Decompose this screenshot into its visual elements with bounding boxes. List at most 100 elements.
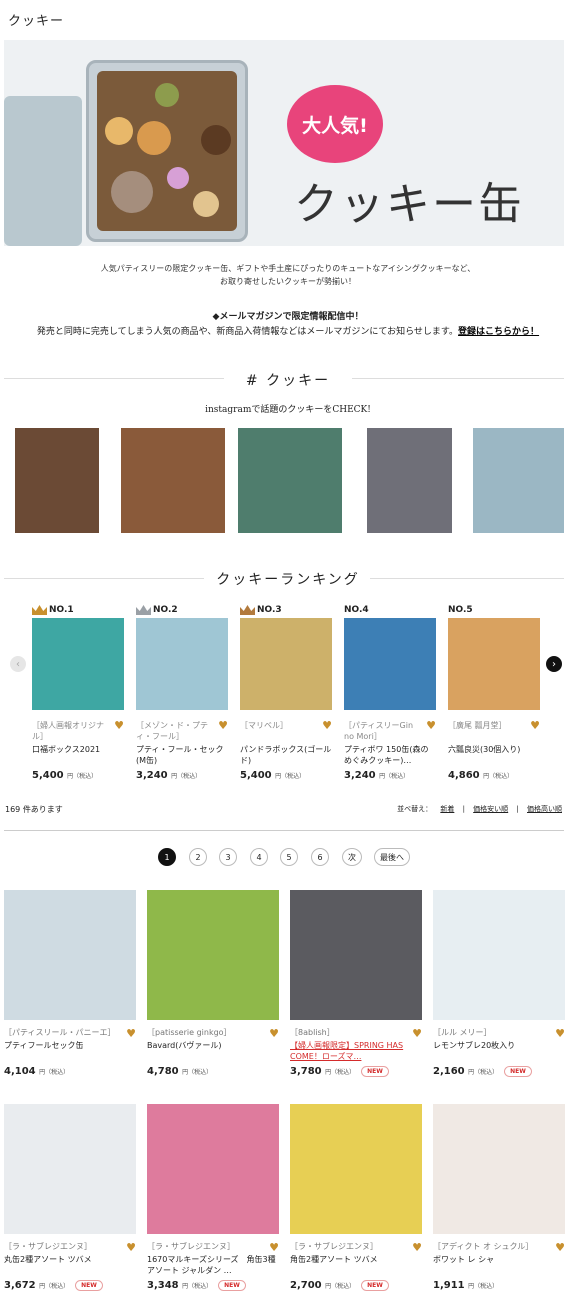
product-name[interactable]: 1670マルキーズシリーズ 角缶3種アソート ジャルダン …	[147, 1254, 279, 1276]
product-name[interactable]: Bavard(バヴァール)	[147, 1040, 279, 1062]
ranking-item[interactable]: NO.2 ［メゾン・ド・プティ・フール］ ♥ プティ・フール・セック(M缶) 3,240…	[136, 602, 228, 781]
hero-banner[interactable]: 大人気! クッキー缶	[4, 40, 564, 246]
product-image[interactable]	[290, 1104, 422, 1234]
page-button-2[interactable]: 2	[189, 848, 207, 866]
ranking-price: 3,240 円（税込）	[344, 770, 436, 781]
page-button-6[interactable]: 6	[311, 848, 329, 866]
page-last-button[interactable]: 最後へ	[374, 848, 410, 866]
rank-number-label: NO.1	[49, 605, 74, 615]
tax-label: 円（税込）	[468, 1069, 499, 1076]
instagram-photo-3[interactable]	[238, 428, 342, 533]
instagram-section-title: # クッキー	[245, 373, 331, 389]
product-name[interactable]: ボワット レ シャ	[433, 1254, 565, 1276]
new-badge: NEW	[75, 1280, 103, 1291]
price-value: 3,240	[344, 770, 376, 781]
ranking-prev-arrow[interactable]: ‹	[10, 656, 26, 672]
ranking-item[interactable]: NO.4 ［パティスリーGin no Mori］ ♥ プティボワ 150缶(森のめぐみ…	[344, 602, 436, 781]
product-name[interactable]: 角缶2種アソート ツバメ	[290, 1254, 422, 1276]
heart-icon[interactable]: ♥	[269, 1027, 279, 1038]
product-brand: ［patisserie ginkgo］ ♥	[147, 1027, 279, 1038]
cookie-tin-lid-image	[4, 96, 82, 246]
heart-icon[interactable]: ♥	[269, 1241, 279, 1252]
ranking-next-arrow[interactable]: ›	[546, 656, 562, 672]
heart-icon[interactable]: ♥	[426, 720, 436, 731]
instagram-photo-4[interactable]	[367, 428, 452, 533]
tax-label: 円（税込）	[39, 1069, 70, 1076]
product-name[interactable]: 丸缶2種アソート ツバメ	[4, 1254, 136, 1276]
instagram-photo-1[interactable]	[15, 428, 99, 533]
ranking-item[interactable]: NO.5 ［廣尾 瓢月堂］ ♥ 六瓢良災(30個入り) 4,860 円（税込）	[448, 602, 540, 781]
heart-icon[interactable]: ♥	[555, 1027, 565, 1038]
product-image[interactable]	[433, 1104, 565, 1234]
price-value: 4,780	[147, 1066, 179, 1077]
instagram-photo-5[interactable]	[473, 428, 564, 533]
intro-line-1: 人気パティスリーの限定クッキー缶、ギフトや手土産にぴったりのキュートなアイシング…	[100, 264, 476, 273]
heart-icon[interactable]: ♥	[114, 720, 124, 731]
product-name[interactable]: プティフールセック缶	[4, 1040, 136, 1062]
tax-label: 円（税込）	[325, 1069, 356, 1076]
product-brand: ［ルル メリー］ ♥	[433, 1027, 565, 1038]
ranking-product-image[interactable]	[448, 618, 540, 710]
product-name[interactable]: レモンサブレ20枚入り	[433, 1040, 565, 1062]
instagram-photo-2[interactable]	[121, 428, 225, 533]
product-image[interactable]	[433, 890, 565, 1020]
product-card[interactable]: ［ルル メリー］ ♥ レモンサブレ20枚入り 2,160 円（税込） NEW	[433, 890, 565, 1077]
sort-price-low-link[interactable]: 価格安い順	[473, 805, 508, 813]
ranking-item[interactable]: NO.1 ［婦人画報オリジナル］ ♥ 口福ボックス2021 5,400 円（税込）	[32, 602, 124, 781]
product-image[interactable]	[147, 1104, 279, 1234]
product-price: 4,780 円（税込）	[147, 1066, 279, 1077]
product-image[interactable]	[4, 1104, 136, 1234]
product-card[interactable]: ［パティスリール・パニーエ］ ♥ プティフールセック缶 4,104 円（税込）	[4, 890, 136, 1077]
product-card[interactable]: ［アディクト オ シュクル］ ♥ ボワット レ シャ 1,911 円（税込）	[433, 1104, 565, 1291]
heart-icon[interactable]: ♥	[555, 1241, 565, 1252]
heart-icon[interactable]: ♥	[530, 720, 540, 731]
page-button-1[interactable]: 1	[158, 848, 176, 866]
ranking-price: 5,400 円（税込）	[240, 770, 332, 781]
product-card[interactable]: ［ラ・サブレジエンヌ］ ♥ 角缶2種アソート ツバメ 2,700 円（税込） NEW	[290, 1104, 422, 1291]
price-value: 5,400	[32, 770, 64, 781]
product-image[interactable]	[4, 890, 136, 1020]
heart-icon[interactable]: ♥	[412, 1241, 422, 1252]
ranking-product-name[interactable]: パンドラボックス(ゴールド)	[240, 744, 332, 766]
rank-number-label: NO.5	[448, 605, 473, 615]
ranking-brand-label: ［廣尾 瓢月堂］	[448, 721, 507, 730]
product-card[interactable]: ［8ablish］ ♥ 【婦人画報限定】SPRING HAS COME！ローズマ… 3…	[290, 890, 422, 1077]
rank-number: NO.2	[136, 602, 228, 618]
ranking-product-image[interactable]	[136, 618, 228, 710]
newsletter-signup-link[interactable]: 登録はこちらから！	[458, 327, 539, 337]
product-brand: ［ラ・サブレジエンヌ］ ♥	[147, 1241, 279, 1252]
product-name[interactable]: 【婦人画報限定】SPRING HAS COME！ローズマ…	[290, 1040, 422, 1062]
ranking-product-image[interactable]	[240, 618, 332, 710]
ranking-product-image[interactable]	[344, 618, 436, 710]
heart-icon[interactable]: ♥	[218, 720, 228, 731]
new-badge: NEW	[218, 1280, 246, 1291]
ranking-product-image[interactable]	[32, 618, 124, 710]
product-card[interactable]: ［ラ・サブレジエンヌ］ ♥ 1670マルキーズシリーズ 角缶3種アソート ジャルダン…	[147, 1104, 279, 1291]
ranking-product-name[interactable]: 口福ボックス2021	[32, 744, 124, 766]
product-card[interactable]: ［patisserie ginkgo］ ♥ Bavard(バヴァール) 4,780 円…	[147, 890, 279, 1077]
hero-heading: クッキー缶	[294, 179, 524, 230]
sort-newest-link[interactable]: 新着	[440, 805, 454, 813]
ranking-product-name[interactable]: プティボワ 150缶(森のめぐみクッキー)…	[344, 744, 436, 766]
heart-icon[interactable]: ♥	[126, 1027, 136, 1038]
hero-popular-badge: 大人気!	[287, 85, 383, 163]
ranking-product-name[interactable]: 六瓢良災(30個入り)	[448, 744, 540, 766]
rank-number-label: NO.2	[153, 605, 178, 615]
heart-icon[interactable]: ♥	[322, 720, 332, 731]
price-value: 3,348	[147, 1280, 179, 1291]
product-image[interactable]	[147, 890, 279, 1020]
product-card[interactable]: ［ラ・サブレジエンヌ］ ♥ 丸缶2種アソート ツバメ 3,672 円（税込） NEW	[4, 1104, 136, 1291]
tax-label: 円（税込）	[483, 773, 514, 780]
page-button-3[interactable]: 3	[219, 848, 237, 866]
heart-icon[interactable]: ♥	[126, 1241, 136, 1252]
sort-price-high-link[interactable]: 価格高い順	[527, 805, 562, 813]
page-button-5[interactable]: 5	[280, 848, 298, 866]
ranking-product-name[interactable]: プティ・フール・セック(M缶)	[136, 744, 228, 766]
ranking-item[interactable]: NO.3 ［マリベル］ ♥ パンドラボックス(ゴールド) 5,400 円（税込）	[240, 602, 332, 781]
product-price: 3,780 円（税込） NEW	[290, 1066, 422, 1077]
product-image[interactable]	[290, 890, 422, 1020]
product-brand-label: ［patisserie ginkgo］	[147, 1028, 232, 1037]
heart-icon[interactable]: ♥	[412, 1027, 422, 1038]
page-button-4[interactable]: 4	[250, 848, 268, 866]
page-next-button[interactable]: 次	[342, 848, 362, 866]
